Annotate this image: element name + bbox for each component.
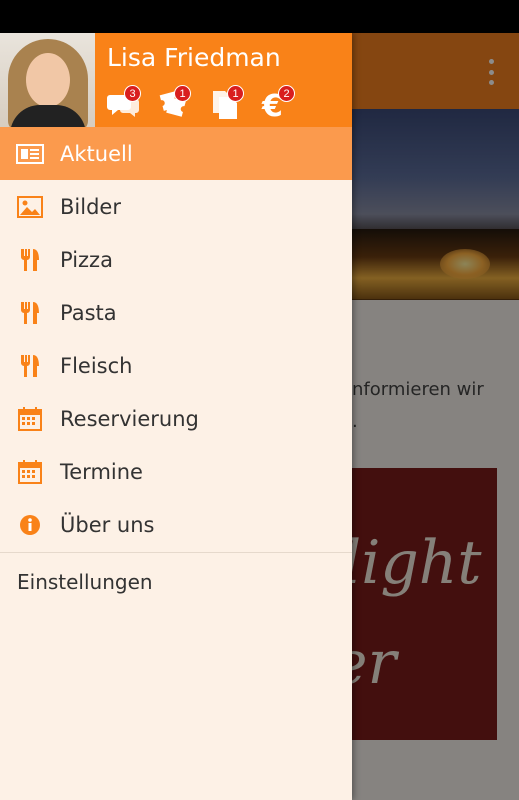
- menu-item-label: Fleisch: [60, 353, 133, 378]
- drawer-header: Lisa Friedman 3 1 1 € 2: [0, 33, 352, 127]
- image-icon: [0, 180, 60, 233]
- drawer-menu: Aktuell Bilder Pizza Pasta Fleisch Reser…: [0, 127, 352, 611]
- menu-item-label: Termine: [60, 459, 143, 484]
- copy-badge: 1: [227, 85, 244, 102]
- cutlery-icon: [0, 339, 60, 392]
- calendar-icon: [0, 392, 60, 445]
- euro-icon[interactable]: € 2: [260, 85, 296, 121]
- navigation-drawer: Lisa Friedman 3 1 1 € 2 Aktuell Bilder P…: [0, 33, 352, 800]
- menu-item-termine[interactable]: Termine: [0, 445, 352, 498]
- news-icon: [0, 127, 60, 180]
- chat-icon[interactable]: 3: [106, 85, 142, 121]
- avatar[interactable]: [0, 33, 95, 127]
- menu-item-pasta[interactable]: Pasta: [0, 286, 352, 339]
- header-icon-row: 3 1 1 € 2: [106, 85, 346, 121]
- chat-badge: 3: [124, 85, 141, 102]
- user-name: Lisa Friedman: [107, 43, 281, 72]
- cutlery-icon: [0, 286, 60, 339]
- menu-item-bilder[interactable]: Bilder: [0, 180, 352, 233]
- copy-icon[interactable]: 1: [209, 85, 245, 121]
- menu-item-aktuell[interactable]: Aktuell: [0, 127, 352, 180]
- menu-item-label: Bilder: [60, 194, 121, 219]
- menu-item-label: Aktuell: [60, 141, 133, 166]
- menu-item-label: Pizza: [60, 247, 113, 272]
- menu-item-fleisch[interactable]: Fleisch: [0, 339, 352, 392]
- status-bar: [0, 0, 519, 33]
- cutlery-icon: [0, 233, 60, 286]
- euro-badge: 2: [278, 85, 295, 102]
- menu-item-label: Über uns: [60, 512, 155, 537]
- ticket-icon[interactable]: 1: [156, 85, 192, 121]
- menu-item-label: Reservierung: [60, 406, 199, 431]
- menu-item-pizza[interactable]: Pizza: [0, 233, 352, 286]
- menu-item-ueber-uns[interactable]: Über uns: [0, 498, 352, 551]
- calendar-icon: [0, 445, 60, 498]
- menu-item-reservierung[interactable]: Reservierung: [0, 392, 352, 445]
- info-icon: [0, 498, 60, 551]
- settings-item[interactable]: Einstellungen: [0, 553, 352, 611]
- menu-item-label: Pasta: [60, 300, 117, 325]
- ticket-badge: 1: [174, 85, 191, 102]
